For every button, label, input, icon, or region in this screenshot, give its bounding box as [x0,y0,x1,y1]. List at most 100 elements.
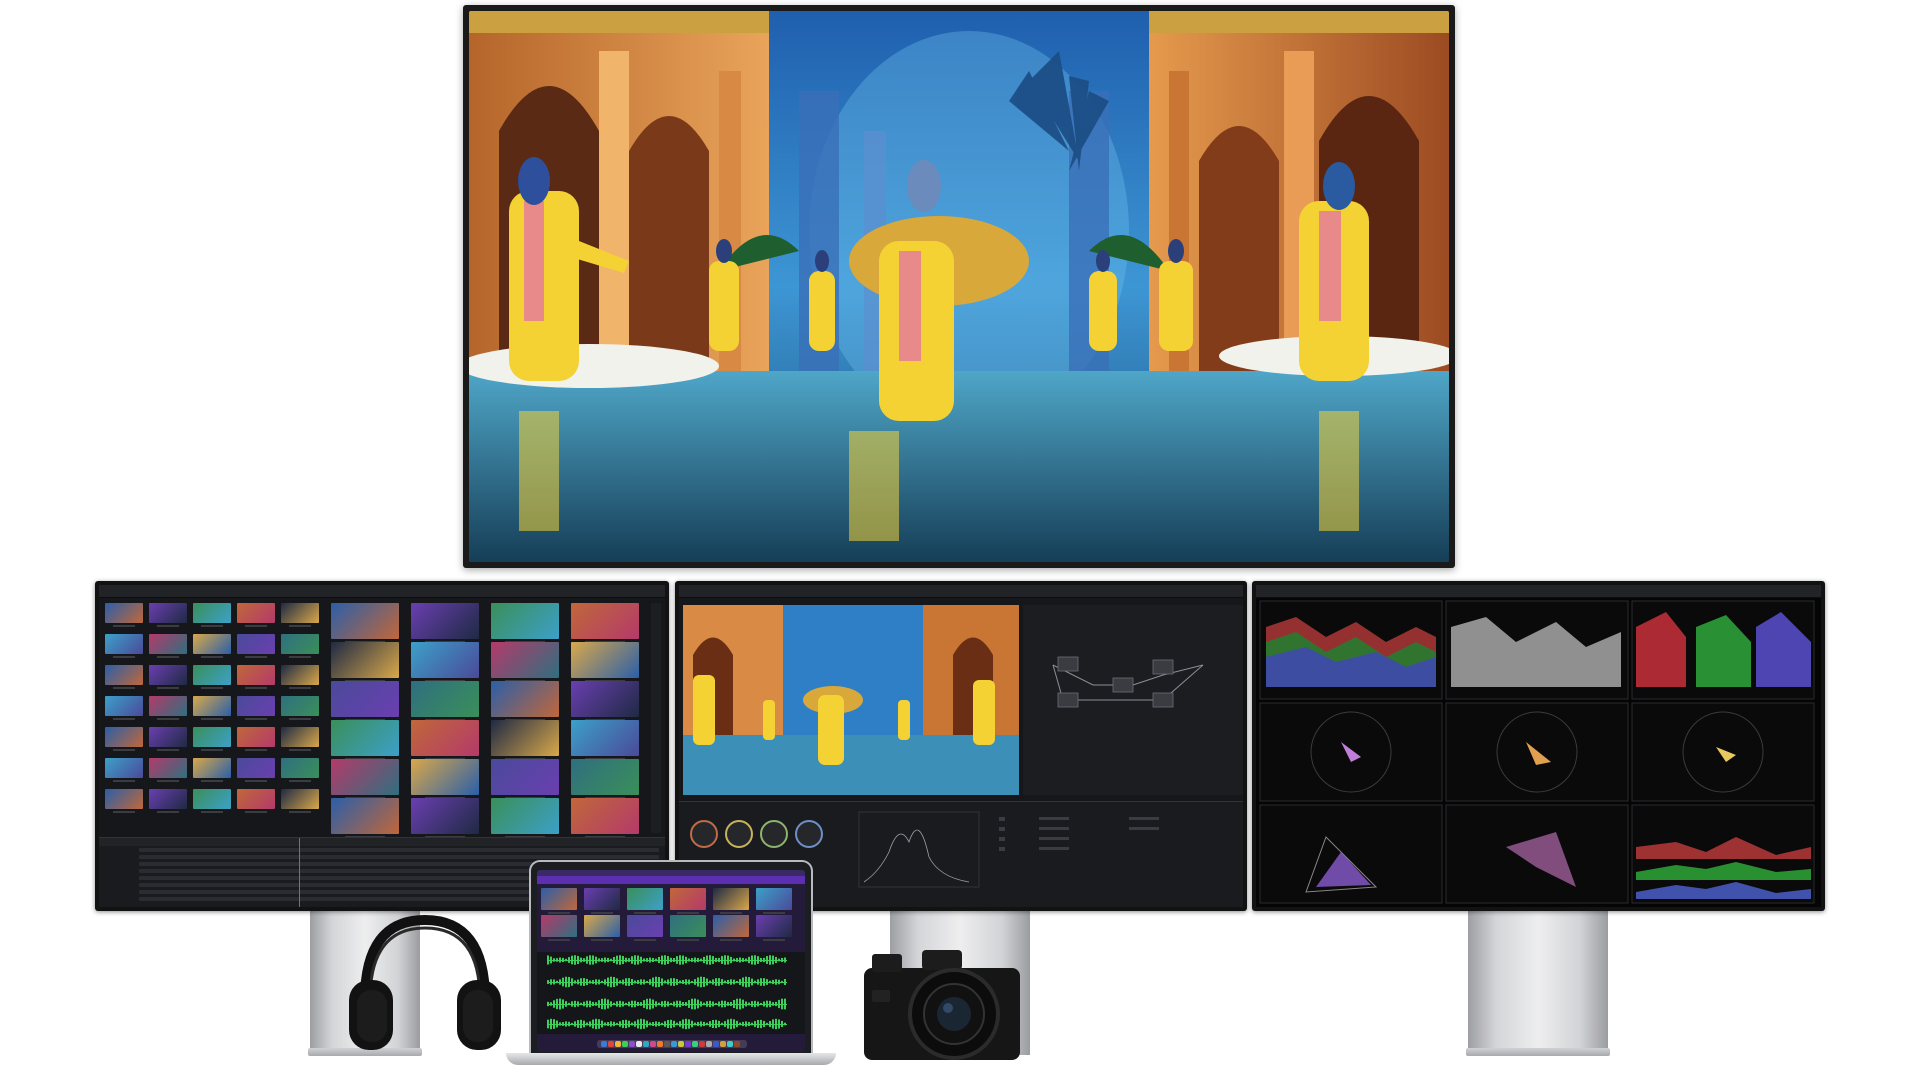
dock-app-icon[interactable] [713,1041,719,1047]
media-thumbnail[interactable] [411,681,479,717]
dock-app-icon[interactable] [671,1041,677,1047]
dock-app-icon[interactable] [664,1041,670,1047]
node-graph[interactable] [1023,605,1243,795]
dock-app-icon[interactable] [678,1041,684,1047]
media-thumbnail[interactable] [491,720,559,756]
media-thumbnail[interactable] [237,634,275,654]
media-thumbnail[interactable] [193,789,231,809]
media-thumbnail[interactable] [491,642,559,678]
media-thumbnail[interactable] [237,603,275,623]
media-thumbnail[interactable] [756,915,792,937]
dock-app-icon[interactable] [636,1041,642,1047]
media-thumbnail[interactable] [105,665,143,685]
media-thumbnail[interactable] [411,642,479,678]
media-thumbnail[interactable] [193,758,231,778]
media-thumbnail[interactable] [331,642,399,678]
media-thumbnail[interactable] [756,888,792,910]
media-thumbnail[interactable] [105,789,143,809]
media-thumbnail[interactable] [193,696,231,716]
dock-app-icon[interactable] [699,1041,705,1047]
media-thumbnail[interactable] [331,798,399,834]
dock-app-icon[interactable] [622,1041,628,1047]
playhead[interactable] [299,838,300,907]
media-thumbnail[interactable] [193,603,231,623]
dock-app-icon[interactable] [643,1041,649,1047]
media-thumbnail[interactable] [411,798,479,834]
dock-app-icon[interactable] [601,1041,607,1047]
media-thumbnail[interactable] [237,696,275,716]
media-thumbnail[interactable] [541,888,577,910]
media-thumbnail[interactable] [713,888,749,910]
timeline-track[interactable] [139,855,659,859]
macos-dock[interactable] [597,1040,747,1048]
media-thumbnail[interactable] [193,634,231,654]
media-thumbnail[interactable] [149,758,187,778]
media-thumbnail[interactable] [281,727,319,747]
dock-app-icon[interactable] [727,1041,733,1047]
media-scrollbar[interactable] [651,603,661,833]
color-viewer[interactable] [683,605,1019,795]
dock-app-icon[interactable] [615,1041,621,1047]
media-thumbnail[interactable] [149,603,187,623]
media-thumbnail[interactable] [237,665,275,685]
media-thumbnail[interactable] [331,681,399,717]
media-thumbnail[interactable] [411,759,479,795]
media-thumbnail[interactable] [237,789,275,809]
media-thumbnail[interactable] [149,727,187,747]
dock-app-icon[interactable] [657,1041,663,1047]
media-thumbnail[interactable] [670,888,706,910]
media-thumbnail[interactable] [571,759,639,795]
dock-app-icon[interactable] [650,1041,656,1047]
media-thumbnail[interactable] [571,642,639,678]
media-thumbnail[interactable] [281,696,319,716]
media-thumbnail[interactable] [571,681,639,717]
media-thumbnail[interactable] [149,634,187,654]
media-thumbnail[interactable] [571,798,639,834]
media-thumbnail[interactable] [541,915,577,937]
media-thumbnail[interactable] [105,634,143,654]
media-thumbnail[interactable] [331,720,399,756]
media-thumbnail[interactable] [411,720,479,756]
media-thumbnail[interactable] [237,727,275,747]
media-thumbnail[interactable] [281,634,319,654]
dock-app-icon[interactable] [608,1041,614,1047]
media-thumbnail[interactable] [105,603,143,623]
media-thumbnail[interactable] [571,720,639,756]
media-thumbnail[interactable] [491,603,559,639]
media-thumbnail[interactable] [193,665,231,685]
dock-app-icon[interactable] [734,1041,740,1047]
media-thumbnail[interactable] [105,727,143,747]
media-thumbnail[interactable] [281,758,319,778]
dock-app-icon[interactable] [692,1041,698,1047]
media-thumbnail[interactable] [193,727,231,747]
media-thumbnail[interactable] [281,603,319,623]
media-thumbnail[interactable] [670,915,706,937]
timeline-track[interactable] [139,848,659,852]
media-thumbnail[interactable] [491,759,559,795]
audio-tracks[interactable] [537,952,805,1034]
media-thumbnail[interactable] [281,789,319,809]
media-thumbnail[interactable] [491,798,559,834]
media-thumbnail[interactable] [281,665,319,685]
media-thumbnail[interactable] [331,759,399,795]
media-thumbnail[interactable] [237,758,275,778]
media-thumbnail[interactable] [491,681,559,717]
media-thumbnail[interactable] [149,696,187,716]
media-thumbnail[interactable] [627,888,663,910]
media-thumbnail[interactable] [105,696,143,716]
media-thumbnail[interactable] [105,758,143,778]
media-thumbnail[interactable] [149,665,187,685]
media-thumbnail[interactable] [411,603,479,639]
media-thumbnail[interactable] [571,603,639,639]
cinema-camera-icon [864,950,1020,1060]
dock-app-icon[interactable] [629,1041,635,1047]
media-thumbnail[interactable] [584,915,620,937]
media-thumbnail[interactable] [331,603,399,639]
dock-app-icon[interactable] [685,1041,691,1047]
dock-app-icon[interactable] [720,1041,726,1047]
media-thumbnail[interactable] [149,789,187,809]
media-thumbnail[interactable] [713,915,749,937]
media-thumbnail[interactable] [584,888,620,910]
media-thumbnail[interactable] [627,915,663,937]
dock-app-icon[interactable] [706,1041,712,1047]
